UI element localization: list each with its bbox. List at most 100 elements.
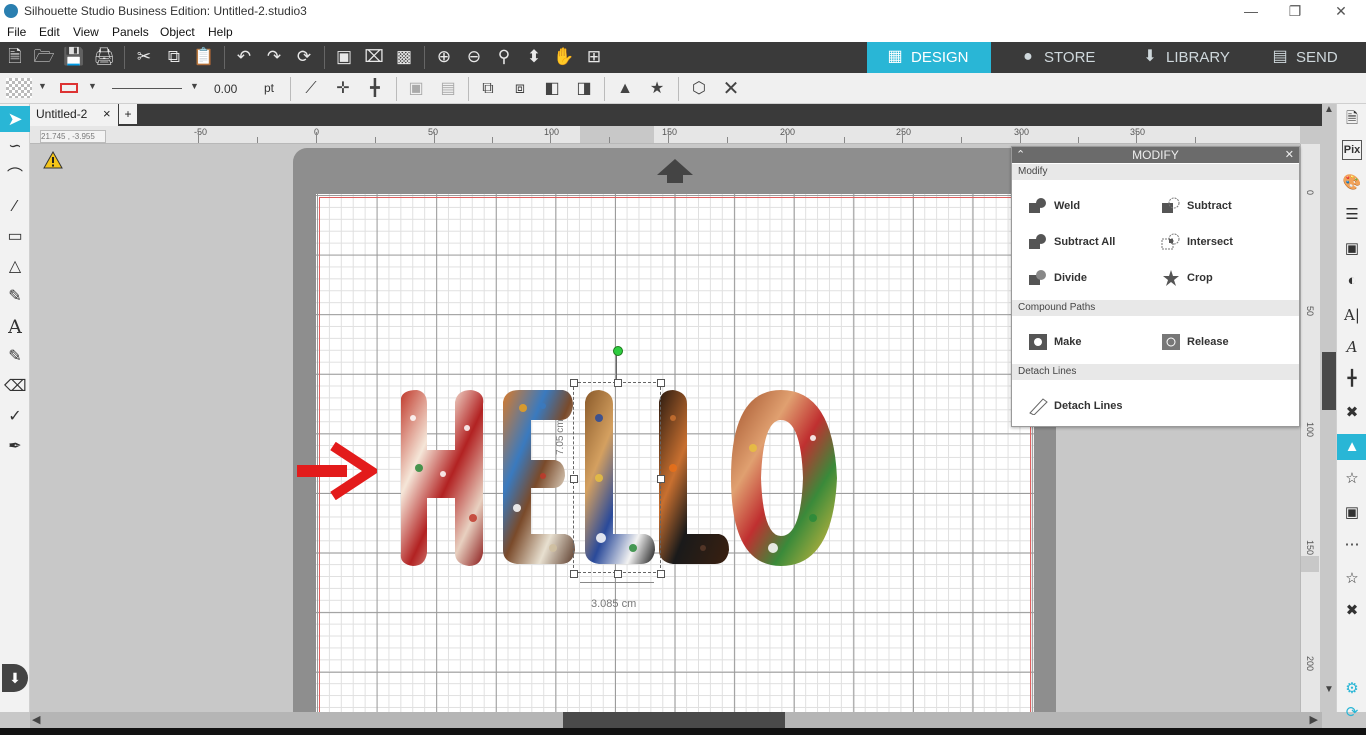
puzzle-icon[interactable]: ✖: [1341, 600, 1363, 622]
cut-icon[interactable]: ✂: [133, 46, 155, 68]
bring-to-front-icon[interactable]: ⧉: [477, 78, 499, 100]
deselect-icon[interactable]: ⌧: [363, 46, 385, 68]
close-icon[interactable]: ✕: [720, 78, 742, 100]
release-compound-button[interactable]: Release: [1159, 331, 1229, 353]
select-by-color-icon[interactable]: ▩: [393, 46, 415, 68]
page-setup-icon[interactable]: 🗎: [1341, 108, 1363, 130]
zoom-in-icon[interactable]: ⊕: [433, 46, 455, 68]
resize-handle[interactable]: [657, 379, 665, 387]
drag-zoom-icon[interactable]: ⬍: [523, 46, 545, 68]
bring-forward-icon[interactable]: ◧: [541, 78, 563, 100]
modify-icon[interactable]: ▲: [1337, 434, 1366, 460]
fill-swatch[interactable]: [6, 78, 32, 98]
minimize-button[interactable]: —: [1236, 2, 1266, 20]
ungroup-icon[interactable]: ▤: [437, 78, 459, 100]
resize-handle[interactable]: [570, 379, 578, 387]
pan-hand-icon[interactable]: ✋: [553, 46, 575, 68]
knife-icon[interactable]: ✓: [4, 406, 26, 428]
text-icon[interactable]: A: [4, 316, 26, 338]
star-icon[interactable]: ★: [646, 78, 668, 100]
line-style-preview[interactable]: [112, 88, 182, 89]
edit-image-icon[interactable]: ✎: [4, 346, 26, 368]
align-icon[interactable]: ╋: [1341, 368, 1363, 390]
intersect-button[interactable]: Intersect: [1159, 231, 1233, 253]
subtract-button[interactable]: Subtract: [1159, 195, 1232, 217]
resize-handle[interactable]: [570, 570, 578, 578]
copy-icon[interactable]: ⧉: [163, 46, 185, 68]
detach-lines-button[interactable]: Detach Lines: [1026, 395, 1122, 417]
eraser-icon[interactable]: ⌫: [4, 376, 27, 398]
menu-edit[interactable]: Edit: [39, 25, 60, 39]
collapse-icon[interactable]: ⌃: [1016, 147, 1025, 163]
tab-library[interactable]: ⬇ LIBRARY: [1122, 42, 1250, 73]
line-tool-icon[interactable]: ⟋: [300, 78, 322, 100]
send-to-back-icon[interactable]: ⧈: [509, 78, 531, 100]
crop-button[interactable]: Crop: [1159, 267, 1213, 289]
text-font-icon[interactable]: A: [1341, 336, 1363, 358]
menu-object[interactable]: Object: [160, 25, 195, 39]
polygon-icon[interactable]: △: [4, 256, 26, 278]
library-drawer-icon[interactable]: ⬇: [2, 664, 28, 692]
3d-box-icon[interactable]: ⬡: [688, 78, 710, 100]
menu-help[interactable]: Help: [208, 25, 233, 39]
scroll-down-icon[interactable]: ▼: [1324, 684, 1334, 695]
move-icon[interactable]: ✛: [332, 78, 354, 100]
scroll-right-icon[interactable]: ▶: [1310, 713, 1318, 726]
weld-button[interactable]: Weld: [1026, 195, 1080, 217]
offset-icon[interactable]: ☆: [1341, 468, 1363, 490]
warning-icon[interactable]: [43, 150, 63, 169]
resize-handle[interactable]: [657, 570, 665, 578]
resize-handle[interactable]: [614, 379, 622, 387]
weld-icon[interactable]: ▲: [614, 78, 636, 100]
chevron-down-icon[interactable]: ▼: [38, 81, 47, 91]
tab-store[interactable]: ● STORE: [1000, 42, 1118, 73]
scroll-up-icon[interactable]: ▲: [1324, 104, 1334, 115]
print-cut-icon[interactable]: ▣: [1341, 238, 1363, 260]
settings-gear-icon[interactable]: ⚙: [1341, 678, 1363, 700]
make-compound-button[interactable]: Make: [1026, 331, 1082, 353]
trace-icon[interactable]: ▣: [1341, 502, 1363, 524]
rectangle-icon[interactable]: ▭: [4, 226, 26, 248]
menu-panels[interactable]: Panels: [112, 25, 149, 39]
restore-button[interactable]: ❐: [1280, 2, 1310, 20]
close-window-button[interactable]: ✕: [1326, 2, 1356, 20]
chevron-down-icon[interactable]: ▼: [88, 81, 97, 91]
text-style-icon[interactable]: A|: [1341, 304, 1363, 326]
open-folder-icon[interactable]: 🗁: [33, 46, 55, 68]
zoom-out-icon[interactable]: ⊖: [463, 46, 485, 68]
close-icon[interactable]: ✕: [1285, 147, 1294, 163]
align-center-icon[interactable]: ╋: [364, 78, 386, 100]
select-arrow-icon[interactable]: ➤: [0, 106, 30, 132]
refresh-icon[interactable]: ⟳: [1341, 702, 1363, 724]
transparency-icon[interactable]: ◐: [1341, 270, 1363, 292]
curve-icon[interactable]: ⌒: [4, 166, 26, 188]
subtract-all-button[interactable]: Subtract All: [1026, 231, 1115, 253]
vertical-scrollbar[interactable]: ▲ ▼: [1322, 104, 1336, 728]
point-edit-icon[interactable]: ∽: [4, 136, 26, 158]
new-file-icon[interactable]: 🗎: [4, 46, 26, 68]
eyedropper-icon[interactable]: ✒: [4, 436, 26, 458]
paste-icon[interactable]: 📋: [193, 46, 215, 68]
menu-file[interactable]: File: [7, 25, 26, 39]
vertical-scroll-thumb[interactable]: [1322, 352, 1336, 410]
scroll-left-icon[interactable]: ◀: [32, 713, 40, 726]
print-icon[interactable]: 🖨: [93, 46, 115, 68]
divide-button[interactable]: Divide: [1026, 267, 1087, 289]
selection-bounding-box[interactable]: [573, 382, 661, 573]
fill-color-icon[interactable]: 🎨: [1341, 172, 1363, 194]
group-icon[interactable]: ▣: [405, 78, 427, 100]
line-width-input[interactable]: 0.00: [214, 82, 254, 97]
rhinestone-icon[interactable]: ⋯: [1341, 534, 1363, 556]
tab-send[interactable]: ▤ SEND: [1252, 42, 1366, 73]
replicate-icon[interactable]: ✖: [1341, 402, 1363, 424]
line-tool-icon[interactable]: ∕: [4, 196, 26, 218]
zoom-select-icon[interactable]: ⚲: [493, 46, 515, 68]
chevron-down-icon[interactable]: ▼: [190, 81, 199, 91]
star-icon[interactable]: ☆: [1341, 568, 1363, 590]
select-all-icon[interactable]: ▣: [333, 46, 355, 68]
send-backward-icon[interactable]: ◨: [573, 78, 595, 100]
resize-handle[interactable]: [657, 475, 665, 483]
rotate-handle[interactable]: [613, 346, 623, 356]
menu-view[interactable]: View: [73, 25, 99, 39]
redo-icon[interactable]: ↷: [263, 46, 285, 68]
